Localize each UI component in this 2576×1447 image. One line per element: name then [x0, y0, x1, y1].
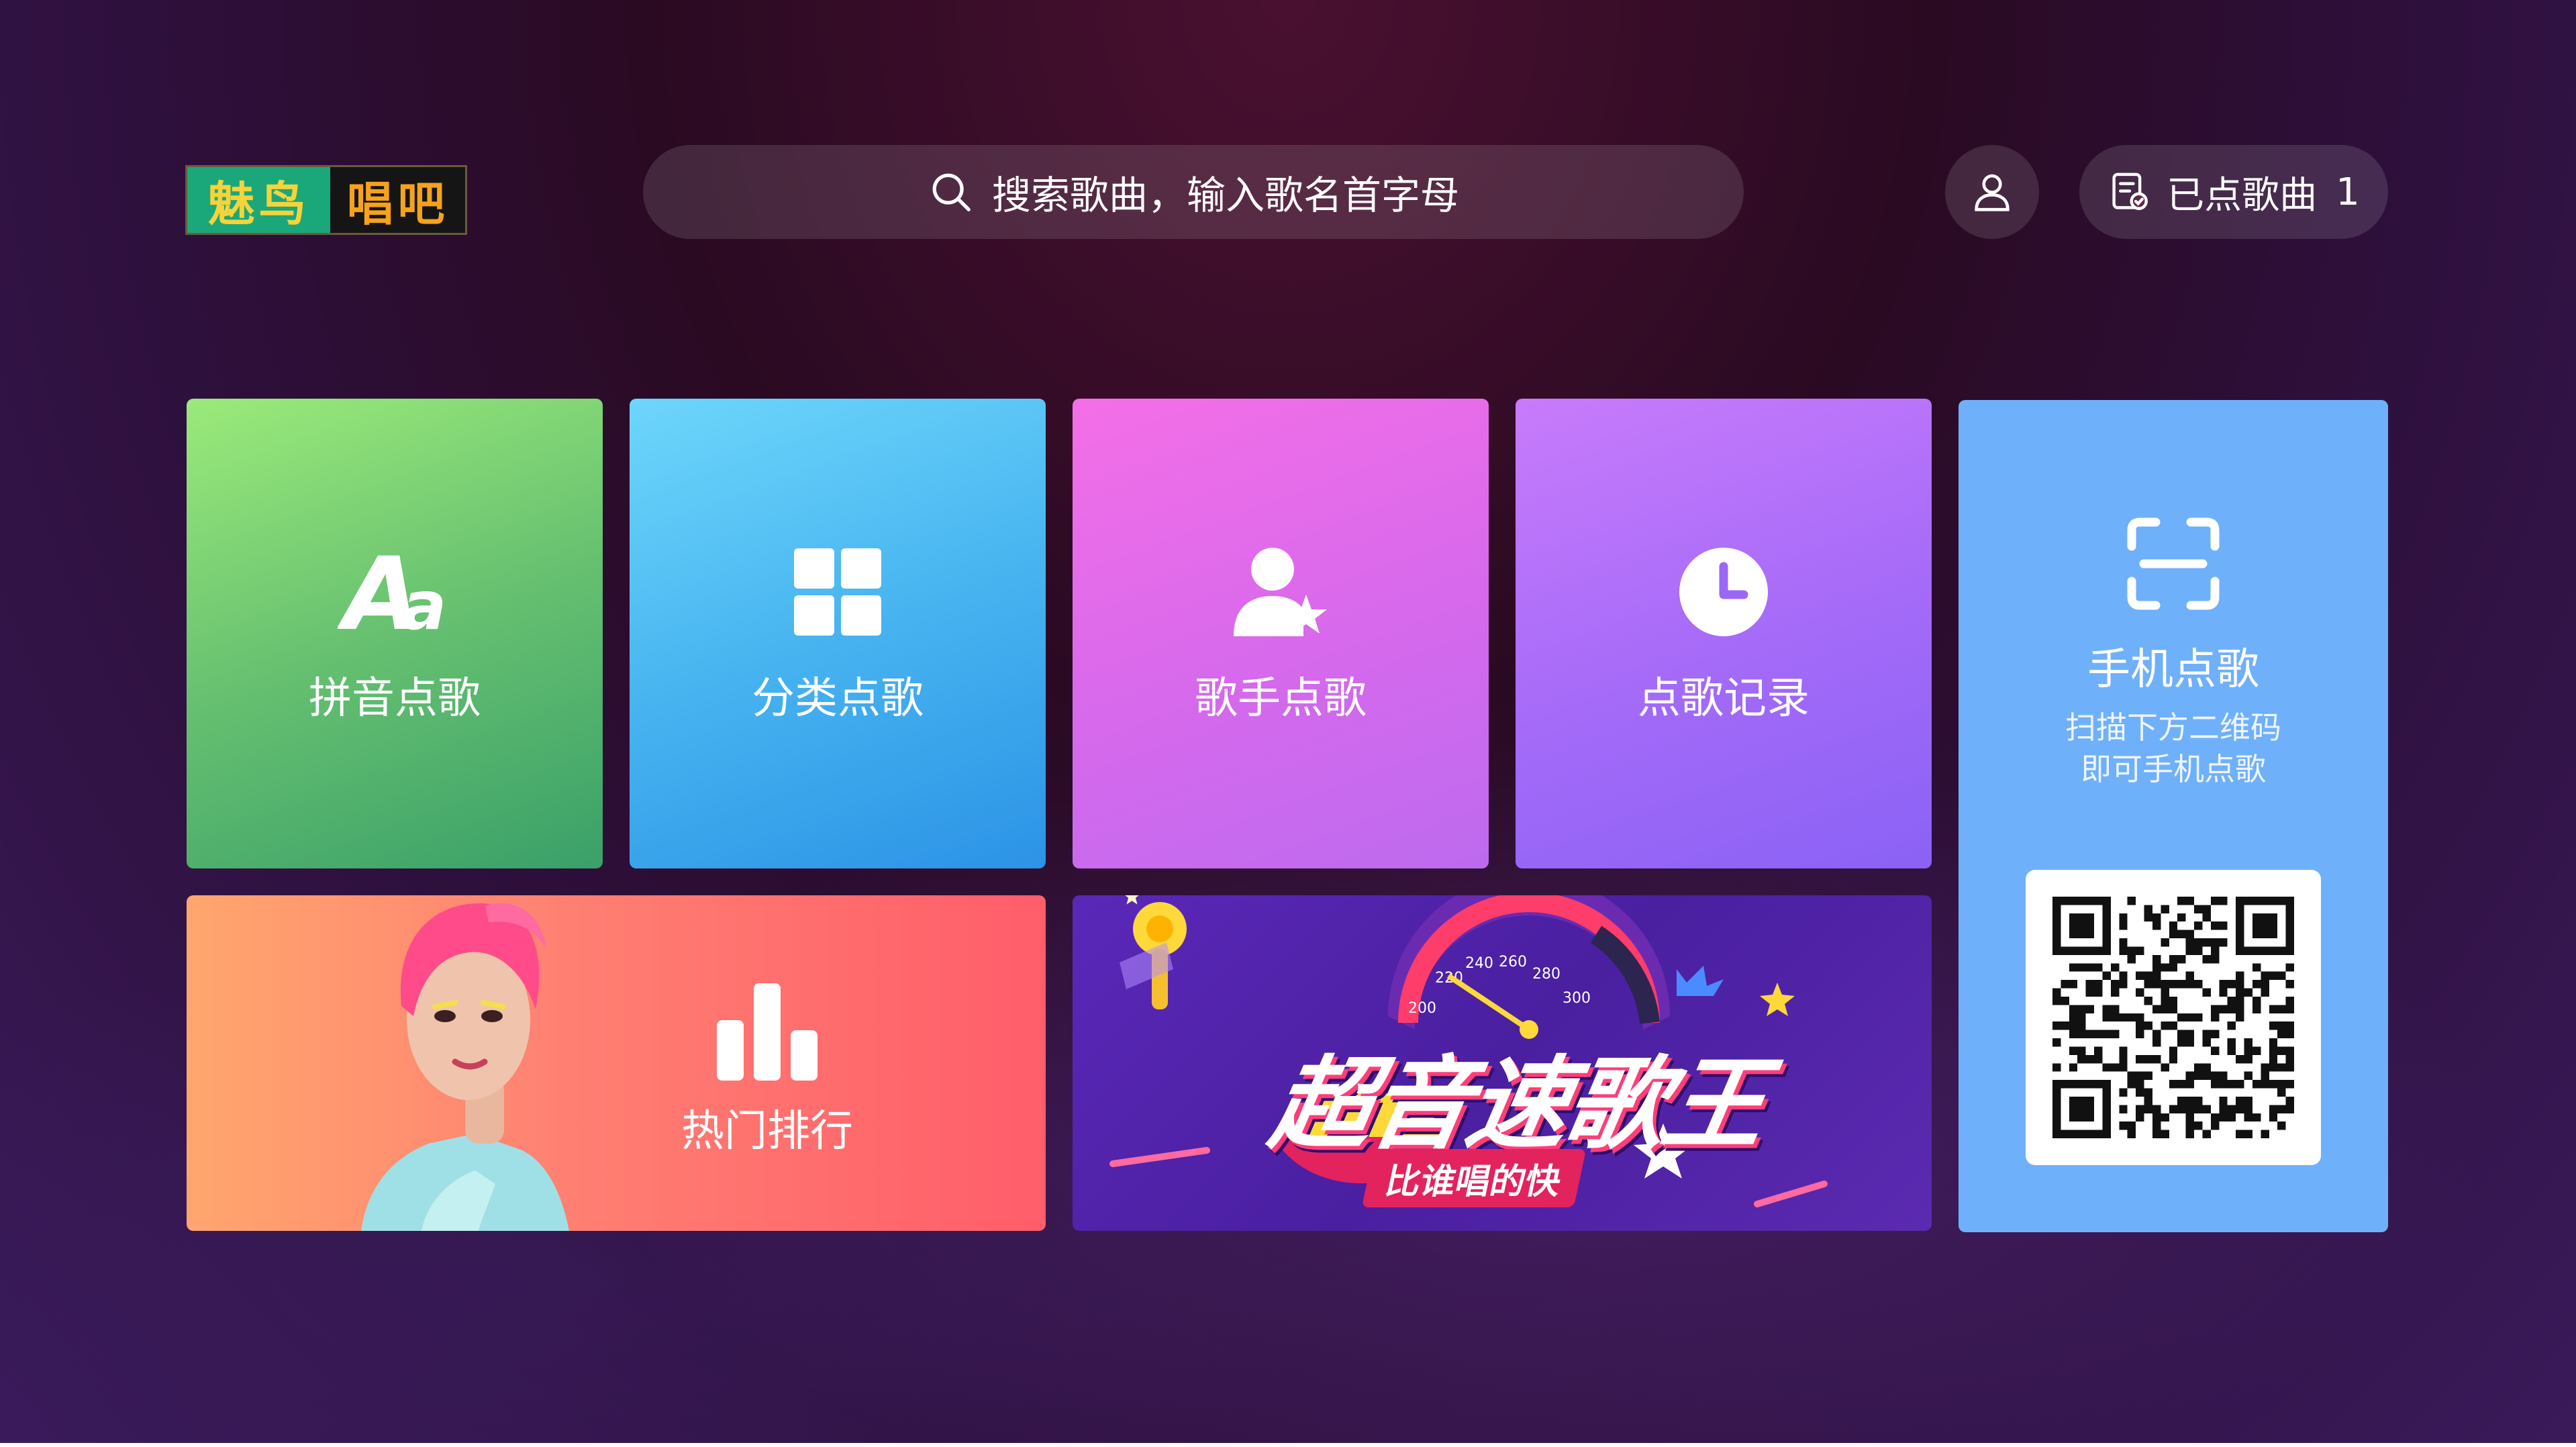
banner-supersonic[interactable]: 200 220 240 260 280 300 超音速歌王 比谁唱的快 [1073, 895, 1932, 1231]
tile-hot-ranking[interactable]: 热门排行 [187, 895, 1046, 1231]
speed-tick: 260 [1499, 954, 1527, 970]
tile-category[interactable]: 分类点歌 [630, 399, 1046, 868]
speed-tick: 200 [1408, 1000, 1436, 1017]
search-icon [932, 173, 971, 211]
tile-pinyin-label: 拼音点歌 [309, 674, 481, 724]
tile-history[interactable]: 点歌记录 [1516, 399, 1932, 868]
qr-code [2026, 870, 2321, 1165]
speed-tick: 280 [1532, 966, 1561, 983]
tile-history-label: 点歌记录 [1638, 674, 1810, 724]
playlist-icon [2112, 172, 2148, 210]
bar-chart-icon [717, 983, 818, 1081]
mobile-title: 手机点歌 [2087, 645, 2259, 695]
playlist-button[interactable]: 已点歌曲 1 [2079, 145, 2388, 239]
hot-ranking-label: 热门排行 [681, 1107, 853, 1156]
speed-tick: 240 [1465, 955, 1493, 972]
scan-icon [2127, 517, 2220, 610]
brand-part-1: 魅鸟 [187, 167, 330, 233]
search-bar[interactable]: 搜索歌曲，输入歌名首字母 [643, 145, 1744, 239]
search-placeholder: 搜索歌曲，输入歌名首字母 [991, 172, 1459, 218]
bottom-strip [0, 1443, 2576, 1447]
clock-icon [1667, 542, 1781, 642]
playlist-count: 1 [2336, 170, 2360, 214]
tile-mobile-order[interactable]: 手机点歌 扫描下方二维码 即可手机点歌 [1959, 400, 2388, 1232]
brand-part-2: 唱吧 [330, 167, 465, 233]
pinyin-icon: A a [338, 542, 452, 642]
banner-subtitle: 比谁唱的快 [1361, 1149, 1587, 1207]
mobile-desc-line2: 即可手机点歌 [2081, 751, 2266, 787]
playlist-label: 已点歌曲 [2167, 173, 2318, 217]
singer-star-icon [1224, 542, 1338, 642]
speed-tick: 300 [1563, 990, 1591, 1007]
tile-pinyin[interactable]: A a 拼音点歌 [187, 399, 603, 868]
tile-singer[interactable]: 歌手点歌 [1073, 399, 1489, 868]
svg-text:a: a [401, 566, 446, 639]
tile-singer-label: 歌手点歌 [1195, 674, 1367, 724]
singer-photo [361, 903, 569, 1231]
banner-title: 超音速歌王 [1262, 1046, 1773, 1163]
brand-logo: 魅鸟 唱吧 [185, 165, 467, 235]
user-icon [1975, 174, 2010, 211]
grid-icon [781, 542, 895, 642]
user-button[interactable] [1945, 145, 2039, 239]
tile-category-label: 分类点歌 [752, 674, 924, 724]
mobile-desc-line1: 扫描下方二维码 [2065, 709, 2281, 746]
